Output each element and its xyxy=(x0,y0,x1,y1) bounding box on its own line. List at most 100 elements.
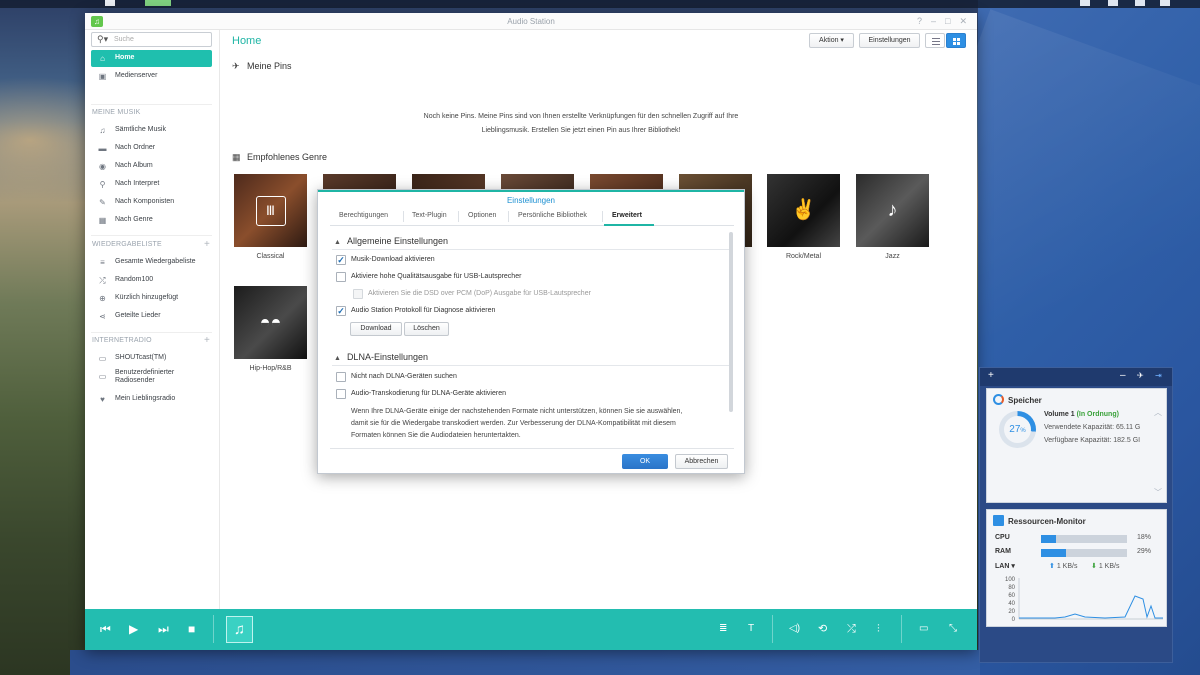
maximize-icon[interactable]: □ xyxy=(945,16,950,26)
pin-icon[interactable]: ✈ xyxy=(1137,371,1144,380)
genre-tile-classical[interactable]: Ⅲ Classical xyxy=(234,174,307,260)
screen-icon[interactable]: ▭ xyxy=(919,622,928,636)
help-icon[interactable]: ? xyxy=(917,16,922,26)
sidebar-item-by-artist[interactable]: ⚲ Nach Interpret xyxy=(91,176,212,193)
settings-button[interactable]: Einstellungen xyxy=(859,33,920,48)
checkbox-checked[interactable]: ✓ xyxy=(336,306,346,316)
resource-monitor-widget: Ressourcen-Monitor CPU 18% RAM 29% LAN ▾… xyxy=(986,509,1167,627)
list-view-button[interactable] xyxy=(925,33,945,48)
upload-rate: ⬆ 1 KB/s xyxy=(1049,562,1077,570)
genre-tile-rock-metal[interactable]: ✌ Rock/Metal xyxy=(767,174,840,260)
lyrics-icon[interactable]: T xyxy=(748,622,754,636)
sidebar-item-shared-songs[interactable]: ⋖ Geteilte Lieder xyxy=(91,308,212,325)
genre-image: Ⅲ xyxy=(234,174,307,247)
add-radio-icon[interactable]: + xyxy=(204,335,210,346)
delete-log-button[interactable]: Löschen xyxy=(404,322,449,336)
main-menu-icon[interactable] xyxy=(105,0,115,6)
sidebar-item-random100[interactable]: ⤮ Random100 xyxy=(91,272,212,289)
close-icon[interactable]: ✕ xyxy=(959,16,967,26)
chat-icon[interactable] xyxy=(1080,0,1090,6)
divider xyxy=(91,332,212,333)
queue-icon[interactable]: ≣ xyxy=(719,622,727,636)
group-title: Allgemeine Einstellungen xyxy=(346,236,449,246)
sidebar-item-recently-added[interactable]: ⊕ Kürzlich hinzugefügt xyxy=(91,290,212,307)
audio-station-taskbar-icon[interactable] xyxy=(145,0,171,6)
dialog-scrollbar[interactable] xyxy=(729,232,733,412)
stop-icon[interactable]: ■ xyxy=(188,622,195,636)
divider xyxy=(901,615,902,643)
shuffle-icon[interactable]: ⤮ xyxy=(847,622,856,636)
tab-advanced[interactable]: Erweitert xyxy=(612,212,642,219)
lan-dropdown[interactable]: LAN ▾ xyxy=(995,562,1015,570)
scroll-up-icon[interactable]: ︿ xyxy=(1154,407,1162,418)
previous-icon[interactable]: ⏮ xyxy=(100,622,111,636)
minimize-icon[interactable]: – xyxy=(931,16,936,26)
sidebar-item-favorite-radio[interactable]: ♥ Mein Lieblingsradio xyxy=(91,391,212,408)
storage-widget-title: Speicher xyxy=(993,394,1042,405)
sidebar-item-by-album[interactable]: ◉ Nach Album xyxy=(91,158,212,175)
group-general[interactable]: ▲ Allgemeine Einstellungen xyxy=(334,236,448,246)
sidebar-item-by-genre[interactable]: ▦ Nach Genre xyxy=(91,212,212,229)
action-button[interactable]: Aktion ▾ xyxy=(809,33,854,48)
genre-tile-hiphop[interactable]: ◓◓ Hip-Hop/R&B xyxy=(234,286,307,372)
collapse-icon[interactable]: ⤡ xyxy=(949,622,957,636)
volume-icon[interactable]: ◁) xyxy=(789,622,800,636)
tab-text-plugin[interactable]: Text-Plugin xyxy=(412,212,447,219)
minimize-icon[interactable]: – xyxy=(1120,370,1126,381)
repeat-icon[interactable]: ⟲ xyxy=(818,622,827,636)
search-icon[interactable] xyxy=(1135,0,1145,6)
sidebar-item-label: Benutzerdefinierter Radiosender xyxy=(115,369,175,384)
tab-permissions[interactable]: Berechtigungen xyxy=(339,212,388,219)
widgets-icon[interactable] xyxy=(1160,0,1170,6)
free-capacity: Verfügbare Kapazität: 182.5 GI xyxy=(1044,437,1141,444)
download-log-button[interactable]: Download xyxy=(350,322,402,336)
checkbox-unchecked[interactable] xyxy=(336,272,346,282)
checkbox-unchecked[interactable] xyxy=(336,389,346,399)
divider xyxy=(508,211,509,222)
sidebar-item-medienserver[interactable]: ▣ Medienserver xyxy=(91,68,212,85)
ram-value: 29% xyxy=(1137,548,1152,555)
ok-button[interactable]: OK xyxy=(622,454,668,469)
music-note-icon: ♫ xyxy=(233,621,246,638)
search-input[interactable]: ⚲▾ Suche xyxy=(91,32,212,47)
panel-toggle-icon[interactable]: ⇥ xyxy=(1155,371,1162,380)
scroll-down-icon[interactable]: ﹀ xyxy=(1154,487,1162,498)
list-icon xyxy=(932,38,940,39)
sidebar-item-label: Sämtliche Musik xyxy=(115,126,166,133)
sidebar: ⚲▾ Suche ⌂ Home ▣ Medienserver MEINE MUS… xyxy=(85,30,220,609)
genre-tile-jazz[interactable]: ♪ Jazz xyxy=(856,174,929,260)
sidebar-item-all-playlist[interactable]: ≡ Gesamte Wiedergabeliste xyxy=(91,254,212,271)
sidebar-item-home[interactable]: ⌂ Home xyxy=(91,50,212,67)
settings-dialog: Einstellungen Berechtigungen Text-Plugin… xyxy=(317,189,745,474)
search-icon[interactable]: ⚲▾ xyxy=(97,34,108,45)
divider xyxy=(772,615,773,643)
checkbox-unchecked[interactable] xyxy=(336,372,346,382)
add-widget-icon[interactable]: + xyxy=(988,370,994,381)
widgets-toolbar: + – ✈ ⇥ xyxy=(980,368,1172,386)
sidebar-item-custom-radio[interactable]: ▭ Benutzerdefinierter Radiosender xyxy=(91,368,212,388)
play-icon[interactable]: ▶ xyxy=(129,622,138,636)
group-dlna[interactable]: ▲ DLNA-Einstellungen xyxy=(334,352,428,362)
y-tick-label: 40 xyxy=(1008,601,1015,607)
tab-personal-library[interactable]: Persönliche Bibliothek xyxy=(518,212,587,219)
user-icon[interactable] xyxy=(1108,0,1118,6)
equalizer-icon[interactable]: ⫶ xyxy=(877,622,880,636)
resource-monitor-title: Ressourcen-Monitor xyxy=(993,515,1086,526)
folder-icon: ▬ xyxy=(98,144,107,153)
sidebar-item-by-composer[interactable]: ✎ Nach Komponisten xyxy=(91,194,212,211)
storage-icon xyxy=(993,394,1004,405)
sidebar-item-by-folder[interactable]: ▬ Nach Ordner xyxy=(91,140,212,157)
album-art[interactable]: ♫ xyxy=(226,616,253,643)
add-playlist-icon[interactable]: + xyxy=(204,239,210,250)
checkbox-checked[interactable]: ✓ xyxy=(336,255,346,265)
sidebar-item-shoutcast[interactable]: ▭ SHOUTcast(TM) xyxy=(91,350,212,367)
grid-view-button[interactable] xyxy=(946,33,966,48)
cancel-button[interactable]: Abbrechen xyxy=(675,454,728,469)
genre-label: Hip-Hop/R&B xyxy=(249,365,292,372)
next-icon[interactable]: ⏭ xyxy=(158,622,169,636)
window-titlebar[interactable]: ♫ Audio Station ? – □ ✕ xyxy=(85,13,977,30)
tab-options[interactable]: Optionen xyxy=(468,212,496,219)
genre-label: Rock/Metal xyxy=(785,253,821,260)
sidebar-item-all-music[interactable]: ♫ Sämtliche Musik xyxy=(91,122,212,139)
y-tick-label: 20 xyxy=(1008,609,1015,615)
